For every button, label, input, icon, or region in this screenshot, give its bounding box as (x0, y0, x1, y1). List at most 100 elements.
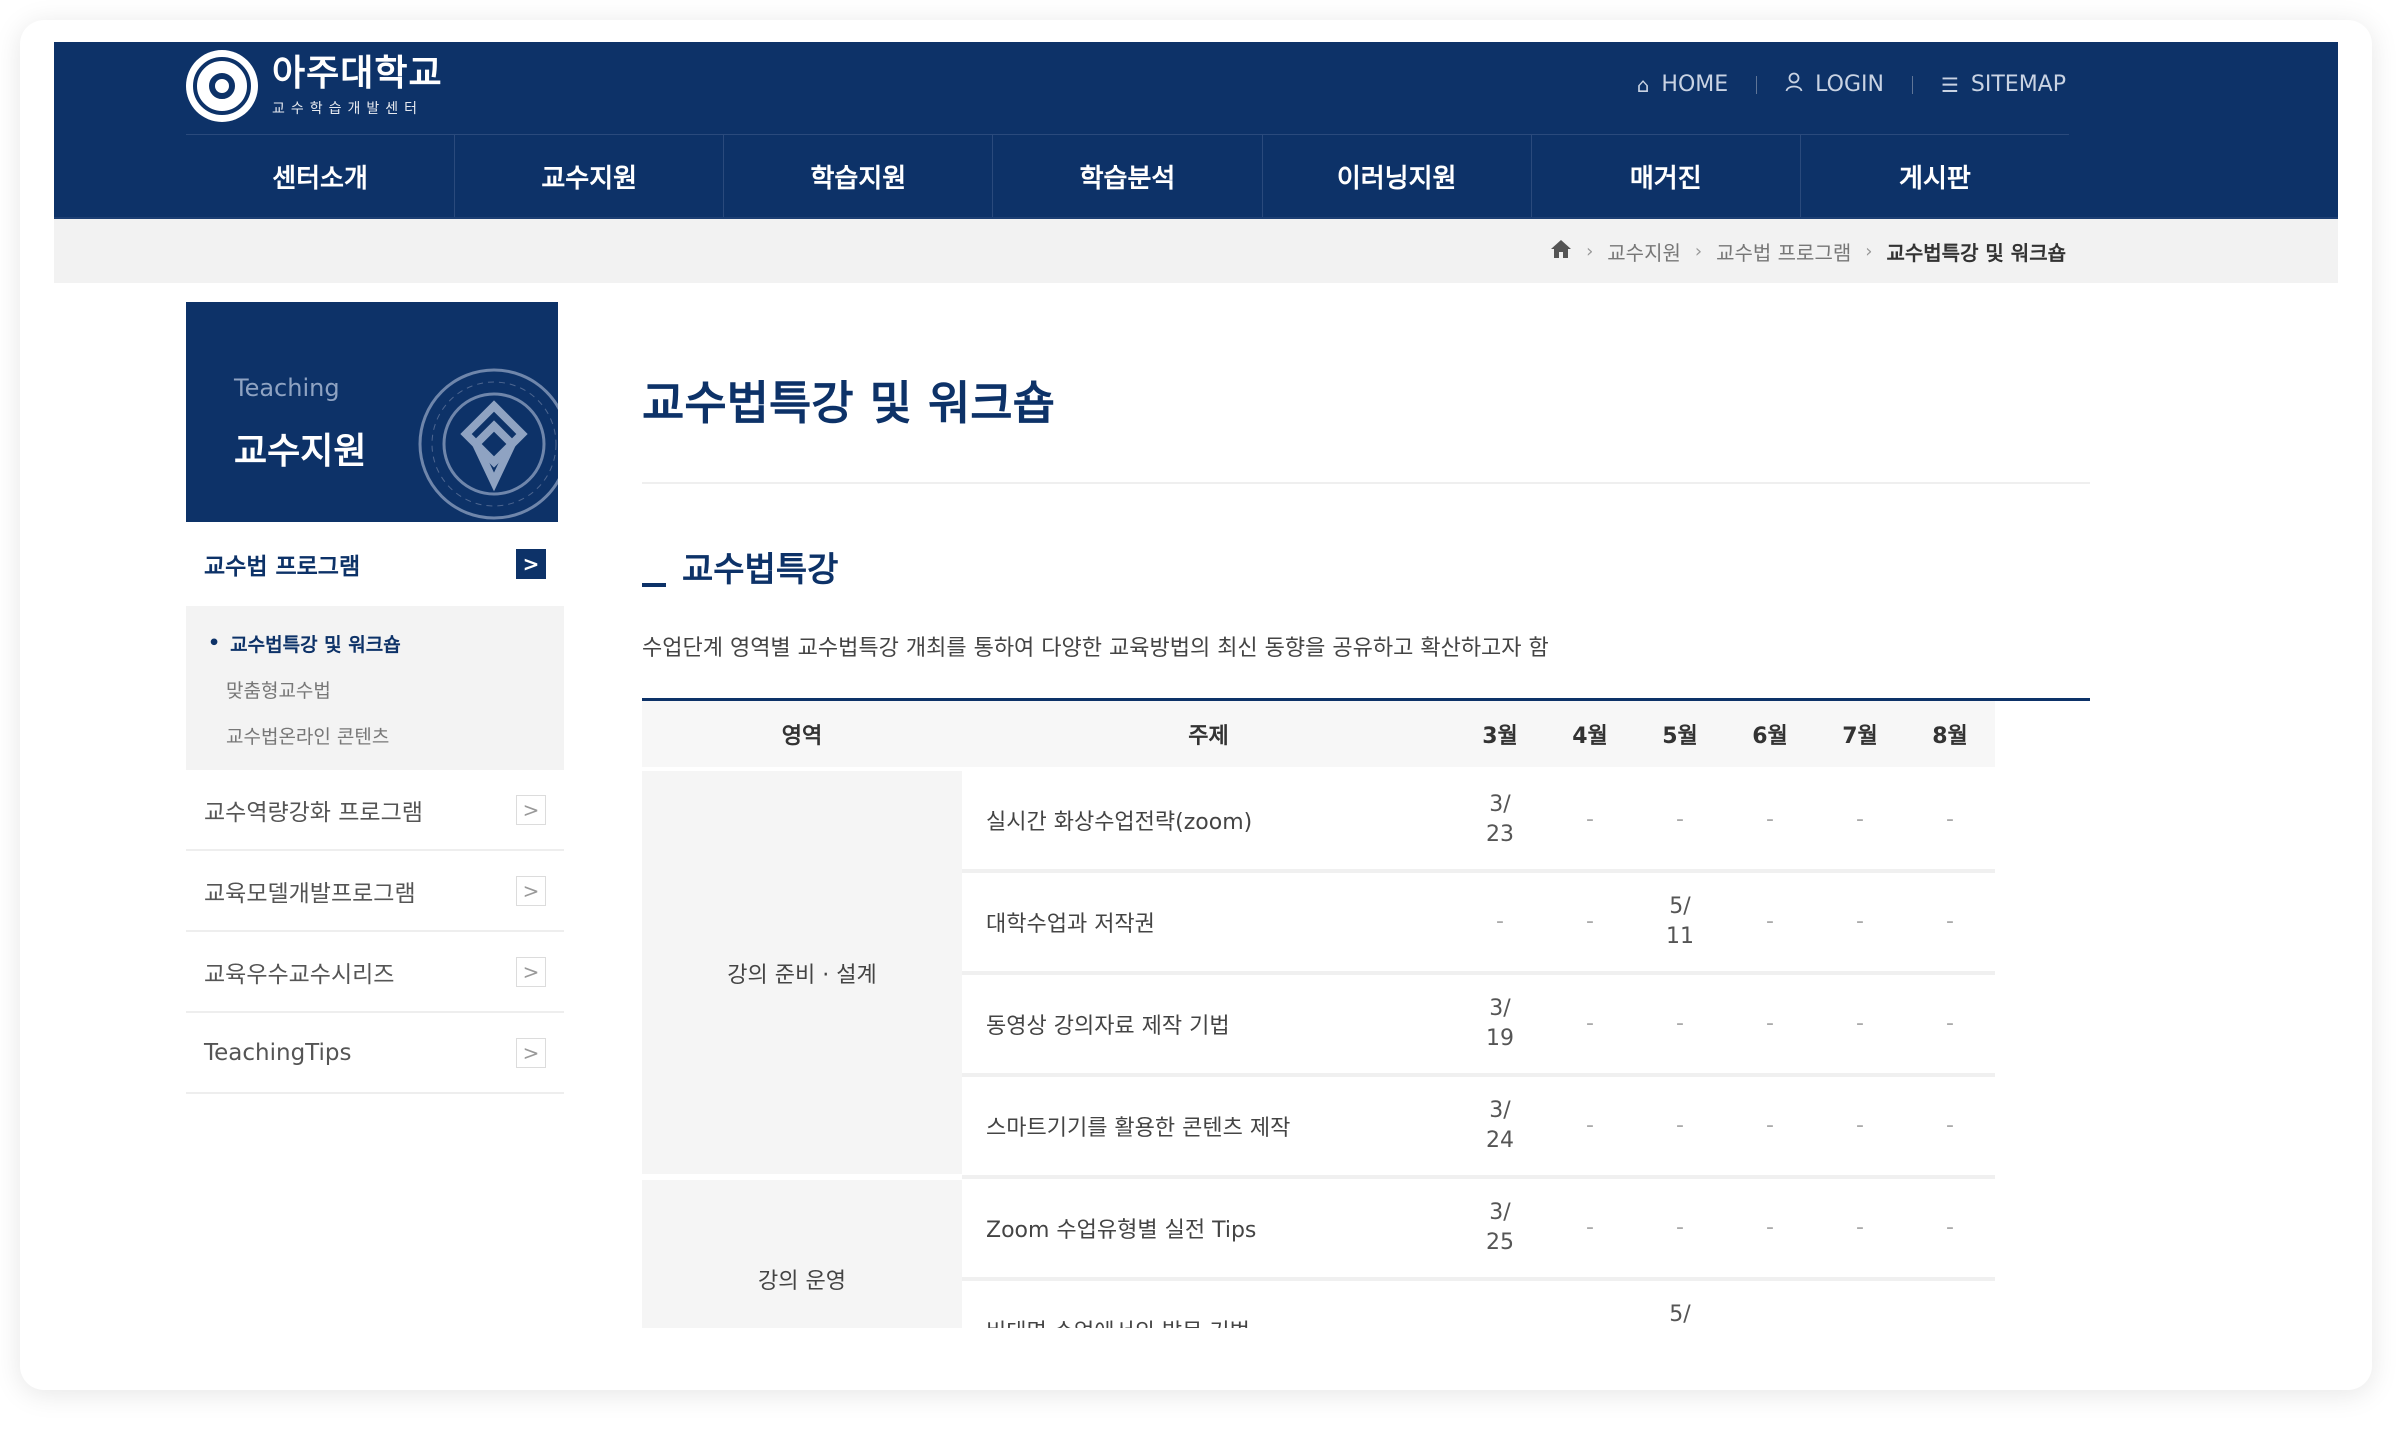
month-cell: - (1455, 871, 1545, 975)
date-day: 11 (1666, 924, 1694, 949)
breadcrumb-item[interactable]: 교수법 프로그램 (1716, 237, 1851, 266)
bullet: • (208, 632, 221, 654)
month-cell: - (1545, 871, 1635, 975)
topic-cell: 스마트기기를 활용한 콘텐츠 제작 (962, 1075, 1455, 1179)
gnb-item-learning-analytics[interactable]: 학습분석 (993, 135, 1263, 217)
home-link[interactable]: ⌂ HOME (1637, 72, 1728, 97)
site-header: 아주대학교 교수학습개발센터 ⌂ HOME LOGIN ☰ SITEMAP 센터… (54, 42, 2338, 217)
side-nav-item-teaching-tips[interactable]: TeachingTips > (186, 1013, 564, 1094)
table-row: 강의 준비 · 설계 실시간 화상수업전략(zoom) 3/23 - - - -… (642, 769, 1995, 1180)
sitemap-link[interactable]: ☰ SITEMAP (1941, 72, 2066, 97)
table-header-row: 영역 주제 3월 4월 5월 6월 7월 8월 (642, 701, 1995, 771)
month-cell: 5/14 (1635, 1279, 1725, 1328)
emblem-icon (186, 50, 258, 122)
side-nav-item-label: 교수법 프로그램 (204, 554, 361, 580)
university-logo[interactable]: 아주대학교 교수학습개발센터 (186, 50, 443, 122)
month-cell: - (1905, 1075, 1995, 1179)
breadcrumb-item[interactable]: 교수지원 (1607, 237, 1681, 266)
area-cell: 강의 준비 · 설계 (642, 769, 962, 1180)
page-title: 교수법특강 및 워크숍 (642, 376, 1055, 430)
month-cell: - (1815, 1177, 1905, 1281)
section-title: 교수법특강 (642, 542, 838, 591)
gnb-item-elearning-support[interactable]: 이러닝지원 (1263, 135, 1532, 217)
month-cell: - (1815, 1075, 1905, 1179)
topic-cell: 실시간 화상수업전략(zoom) (962, 769, 1455, 873)
date-month: 3/ (1489, 792, 1511, 817)
column-header: 영역 (642, 701, 962, 771)
side-nav-item-model-dev[interactable]: 교육모델개발프로그램 > (186, 851, 564, 932)
month-cell: - (1545, 973, 1635, 1077)
month-cell: - (1905, 973, 1995, 1077)
area-cell: 강의 운영 (642, 1177, 962, 1328)
side-navigation: 교수법 프로그램 > • 교수법특강 및 워크숍 맞춤형교수법 교수법온라인 콘… (186, 522, 564, 1094)
month-cell: - (1635, 1075, 1725, 1179)
browser-card: 아주대학교 교수학습개발센터 ⌂ HOME LOGIN ☰ SITEMAP 센터… (20, 20, 2372, 1390)
utility-links: ⌂ HOME LOGIN ☰ SITEMAP (1637, 72, 2066, 97)
section-title-text: 교수법특강 (682, 550, 839, 590)
section-bar-icon (642, 583, 666, 587)
side-nav-sub-custom-teaching[interactable]: 맞춤형교수법 (208, 666, 564, 712)
column-header: 주제 (962, 701, 1455, 771)
side-nav-item-label: 교수역량강화 프로그램 (204, 799, 423, 826)
month-cell: 3/25 (1455, 1177, 1545, 1281)
column-header: 7월 (1815, 701, 1905, 771)
month-cell: - (1725, 769, 1815, 873)
month-cell: 3/23 (1455, 769, 1545, 873)
breadcrumb-bar: › 교수지원 › 교수법 프로그램 › 교수법특강 및 워크숍 (54, 217, 2338, 283)
login-link[interactable]: LOGIN (1785, 72, 1884, 97)
side-nav-sub-label: 교수법특강 및 워크숍 (230, 633, 401, 656)
month-cell: - (1635, 1177, 1725, 1281)
divider (1911, 75, 1913, 94)
breadcrumb-current: 교수법특강 및 워크숍 (1886, 241, 2066, 265)
side-nav-submenu: • 교수법특강 및 워크숍 맞춤형교수법 교수법온라인 콘텐츠 (186, 606, 564, 770)
main-navigation: 센터소개 교수지원 학습지원 학습분석 이러닝지원 매거진 게시판 (186, 134, 2069, 217)
gnb-item-board[interactable]: 게시판 (1801, 135, 2069, 217)
topic-cell: 동영상 강의자료 제작 기법 (962, 973, 1455, 1077)
month-cell: - (1905, 769, 1995, 873)
side-nav-sub-lecture-workshop[interactable]: • 교수법특강 및 워크숍 (208, 620, 564, 666)
month-cell: - (1545, 1279, 1635, 1328)
home-icon[interactable] (1550, 239, 1572, 265)
month-cell: - (1635, 769, 1725, 873)
month-cell: - (1905, 1279, 1995, 1328)
gnb-item-learning-support[interactable]: 학습지원 (724, 135, 994, 217)
gnb-item-magazine[interactable]: 매거진 (1532, 135, 1801, 217)
chevron-right-icon: > (516, 794, 546, 825)
column-header: 4월 (1545, 701, 1635, 771)
side-nav-item-excellent-series[interactable]: 교육우수교수시리즈 > (186, 932, 564, 1013)
date-month: 3/ (1489, 996, 1511, 1021)
menu-icon: ☰ (1940, 72, 1959, 97)
gnb-item-teaching-support[interactable]: 교수지원 (455, 135, 725, 217)
gnb-item-center-intro[interactable]: 센터소개 (186, 135, 456, 217)
topic-cell: 대학수업과 저작권 (962, 871, 1455, 975)
date-day: 25 (1486, 1230, 1514, 1255)
column-header: 6월 (1725, 701, 1815, 771)
column-header: 5월 (1635, 701, 1725, 771)
user-icon (1785, 72, 1803, 97)
chevron-right-icon: > (516, 549, 546, 579)
section-description: 수업단계 영역별 교수법특강 개최를 통하여 다양한 교육방법의 최신 동향을 … (642, 636, 1549, 661)
divider (642, 482, 2090, 484)
month-cell: - (1725, 871, 1815, 975)
month-cell: - (1905, 871, 1995, 975)
side-nav-item-competency[interactable]: 교수역량강화 프로그램 > (186, 770, 564, 851)
date-month: 5/ (1669, 894, 1691, 919)
home-icon: ⌂ (1636, 72, 1650, 97)
month-cell: - (1815, 871, 1905, 975)
date-day: 24 (1486, 1128, 1514, 1153)
month-cell: - (1725, 1075, 1815, 1179)
side-nav-item-teaching-program[interactable]: 교수법 프로그램 > (186, 522, 564, 606)
sitemap-link-label: SITEMAP (1970, 72, 2066, 97)
side-nav-sub-online-content[interactable]: 교수법온라인 콘텐츠 (208, 712, 564, 758)
month-cell: - (1815, 1279, 1905, 1328)
month-cell: - (1725, 1177, 1815, 1281)
table-row: 강의 운영 Zoom 수업유형별 실전 Tips 3/25 - - - - - (642, 1177, 1995, 1328)
month-cell: - (1815, 769, 1905, 873)
home-link-label: HOME (1661, 72, 1729, 97)
divider (1756, 75, 1758, 94)
month-cell: 3/24 (1455, 1075, 1545, 1179)
chevron-right-icon: > (516, 1037, 546, 1068)
logo-title: 아주대학교 (272, 53, 443, 94)
month-cell: - (1815, 973, 1905, 1077)
website: 아주대학교 교수학습개발센터 ⌂ HOME LOGIN ☰ SITEMAP 센터… (54, 42, 2338, 1350)
